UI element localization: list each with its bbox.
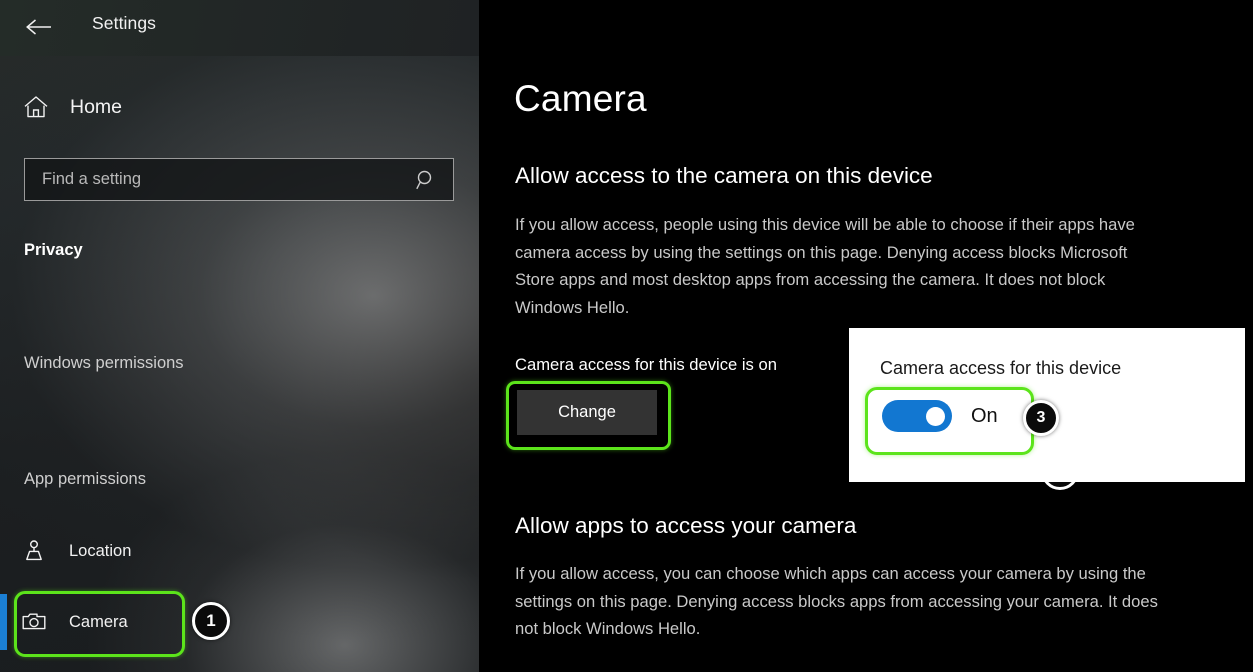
sidebar-subgroup-windows-permissions: Windows permissions	[24, 354, 184, 372]
search-input[interactable]	[25, 170, 409, 189]
search-box[interactable]	[24, 158, 454, 201]
sidebar: Settings Home Privacy	[0, 0, 479, 672]
home-icon	[24, 96, 48, 118]
step-badge-3: 3	[1023, 400, 1059, 436]
window-title: Settings	[92, 13, 157, 33]
popup-toggle-label: On	[971, 404, 998, 427]
popup-toggle[interactable]	[882, 400, 952, 432]
change-button[interactable]: Change	[517, 390, 657, 435]
settings-window: Settings Home Privacy	[0, 0, 1253, 672]
back-button[interactable]	[23, 12, 53, 42]
sidebar-item-home-label: Home	[70, 95, 123, 118]
popup-toggle-row: On	[882, 400, 998, 432]
search-glyph-icon	[416, 170, 432, 189]
sidebar-item-home[interactable]: Home	[22, 93, 122, 121]
section-heading-app-access: Allow apps to access your camera	[515, 513, 857, 538]
camera-access-status: Camera access for this device is on	[515, 355, 777, 374]
toggle-knob	[926, 406, 945, 426]
sidebar-item-camera-label: Camera	[69, 612, 128, 631]
back-arrow-icon	[26, 19, 51, 35]
search-icon[interactable]	[409, 169, 443, 191]
section-heading-device-access: Allow access to the camera on this devic…	[515, 163, 933, 188]
sidebar-item-location-label: Location	[69, 541, 132, 560]
popup-title: Camera access for this device	[880, 358, 1122, 378]
sidebar-item-location[interactable]: Location	[0, 526, 300, 576]
section-body-app-access: If you allow access, you can choose whic…	[515, 564, 1158, 638]
page-title: Camera	[514, 78, 647, 119]
camera-access-popup: Camera access for this device On 3	[849, 328, 1245, 482]
sidebar-item-camera[interactable]: Camera	[0, 597, 300, 647]
sidebar-subgroup-app-permissions: App permissions	[24, 470, 146, 488]
location-pin-icon	[21, 538, 55, 564]
section-body-device-access: If you allow access, people using this d…	[515, 215, 1135, 317]
sidebar-group-title-privacy: Privacy	[24, 241, 83, 259]
step-badge-1: 1	[192, 602, 230, 640]
camera-icon	[21, 609, 55, 635]
